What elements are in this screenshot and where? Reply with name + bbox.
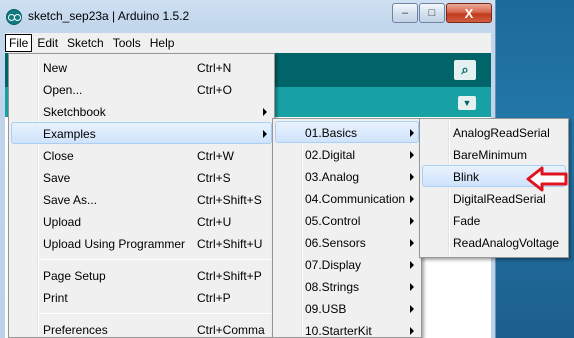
file-menu: New Ctrl+N Open... Ctrl+O Sketchbook Exa… (8, 53, 275, 338)
menu-item-label: Upload (43, 215, 82, 229)
menu-item-label: New (43, 61, 68, 75)
submenu-arrow-icon (410, 327, 414, 335)
submenu-item-fade[interactable]: Fade (422, 210, 566, 232)
submenu-arrow-icon (410, 151, 414, 159)
menu-sketch[interactable]: Sketch (63, 34, 108, 52)
menu-item-shortcut: Ctrl+O (197, 83, 233, 97)
menu-item-upload[interactable]: Upload Ctrl+U (11, 211, 272, 233)
submenu-arrow-icon (410, 261, 414, 269)
submenu-item-readanalogvoltage[interactable]: ReadAnalogVoltage (422, 232, 566, 254)
serial-monitor-icon[interactable]: ⌕ (454, 60, 476, 80)
menu-item-label: Save As... (43, 193, 98, 207)
menu-item-save[interactable]: Save Ctrl+S (11, 167, 272, 189)
menu-item-label: DigitalReadSerial (453, 192, 546, 206)
menu-item-label: BareMinimum (453, 148, 528, 162)
menu-item-label: 10.StarterKit (305, 324, 372, 338)
menu-edit[interactable]: Edit (33, 34, 62, 52)
submenu-item-02-digital[interactable]: 02.Digital (275, 144, 419, 166)
title-bar[interactable]: sketch_sep23a | Arduino 1.5.2 – □ X (0, 0, 496, 30)
submenu-item-04-communication[interactable]: 04.Communication (275, 188, 419, 210)
menu-bar: File Edit Sketch Tools Help (5, 33, 491, 53)
close-button[interactable]: X (446, 3, 492, 23)
submenu-arrow-icon (410, 129, 414, 137)
menu-item-label: Examples (43, 127, 96, 141)
menu-item-label: Open... (43, 83, 83, 97)
menu-item-open[interactable]: Open... Ctrl+O (11, 79, 272, 101)
menu-separator (39, 259, 272, 260)
menu-item-label: 07.Display (305, 258, 362, 272)
examples-submenu: 01.Basics 02.Digital 03.Analog 04.Commun… (272, 118, 422, 338)
menu-item-upload-using-programmer[interactable]: Upload Using Programmer Ctrl+Shift+U (11, 233, 272, 255)
menu-item-label: 08.Strings (305, 280, 360, 294)
menu-file[interactable]: File (5, 34, 33, 52)
submenu-item-08-strings[interactable]: 08.Strings (275, 276, 419, 298)
menu-item-label: Blink (453, 170, 480, 184)
submenu-item-analogreadserial[interactable]: AnalogReadSerial (422, 122, 566, 144)
menu-item-shortcut: Ctrl+Shift+U (197, 237, 263, 251)
menu-item-shortcut: Ctrl+N (197, 61, 232, 75)
menu-item-label: 02.Digital (305, 148, 356, 162)
submenu-arrow-icon (410, 305, 414, 313)
arduino-logo-icon (6, 9, 22, 25)
menu-separator (39, 313, 272, 314)
submenu-arrow-icon (410, 217, 414, 225)
menu-tools[interactable]: Tools (109, 34, 145, 52)
menu-item-label: Preferences (43, 323, 108, 337)
menu-item-shortcut: Ctrl+Shift+S (197, 193, 262, 207)
submenu-arrow-icon (410, 239, 414, 247)
menu-item-page-setup[interactable]: Page Setup Ctrl+Shift+P (11, 265, 272, 287)
menu-item-close[interactable]: Close Ctrl+W (11, 145, 272, 167)
submenu-arrow-icon (410, 173, 414, 181)
submenu-item-01-basics[interactable]: 01.Basics (275, 121, 419, 143)
menu-item-label: Page Setup (43, 269, 106, 283)
menu-item-label: 03.Analog (305, 170, 360, 184)
red-arrow-annotation-icon (526, 166, 568, 192)
menu-item-label: 01.Basics (305, 126, 358, 140)
menu-item-save-as[interactable]: Save As... Ctrl+Shift+S (11, 189, 272, 211)
submenu-arrow-icon (263, 130, 267, 138)
menu-item-label: AnalogReadSerial (453, 126, 550, 140)
menu-item-label: ReadAnalogVoltage (453, 236, 560, 250)
menu-item-label: Sketchbook (43, 105, 106, 119)
menu-item-examples[interactable]: Examples (11, 122, 272, 144)
menu-item-shortcut: Ctrl+U (197, 215, 232, 229)
menu-item-shortcut: Ctrl+Comma (197, 323, 265, 337)
submenu-arrow-icon (410, 283, 414, 291)
menu-item-sketchbook[interactable]: Sketchbook (11, 101, 272, 123)
menu-item-shortcut: Ctrl+P (197, 291, 231, 305)
menu-item-shortcut: Ctrl+Shift+P (197, 269, 262, 283)
submenu-item-07-display[interactable]: 07.Display (275, 254, 419, 276)
menu-item-shortcut: Ctrl+S (197, 171, 231, 185)
window-title: sketch_sep23a | Arduino 1.5.2 (28, 9, 190, 23)
submenu-arrow-icon (263, 108, 267, 116)
menu-item-label: 05.Control (305, 214, 361, 228)
menu-item-preferences[interactable]: Preferences Ctrl+Comma (11, 319, 272, 338)
submenu-item-10-starterkit[interactable]: 10.StarterKit (275, 320, 419, 338)
menu-item-label: 06.Sensors (305, 236, 366, 250)
menu-item-label: Print (43, 291, 68, 305)
submenu-item-05-control[interactable]: 05.Control (275, 210, 419, 232)
menu-item-shortcut: Ctrl+W (197, 149, 234, 163)
menu-item-new[interactable]: New Ctrl+N (11, 57, 272, 79)
menu-item-label: 04.Communication (305, 192, 406, 206)
minimize-button[interactable]: – (392, 3, 418, 23)
menu-item-label: Fade (453, 214, 481, 228)
submenu-item-09-usb[interactable]: 09.USB (275, 298, 419, 320)
menu-item-print[interactable]: Print Ctrl+P (11, 287, 272, 309)
submenu-item-06-sensors[interactable]: 06.Sensors (275, 232, 419, 254)
submenu-item-03-analog[interactable]: 03.Analog (275, 166, 419, 188)
submenu-arrow-icon (410, 195, 414, 203)
maximize-button[interactable]: □ (419, 3, 445, 23)
menu-item-label: Upload Using Programmer (43, 237, 186, 251)
menu-item-label: 09.USB (305, 302, 347, 316)
submenu-item-bareminimum[interactable]: BareMinimum (422, 144, 566, 166)
menu-item-label: Close (43, 149, 74, 163)
tab-menu-chevron-down-icon[interactable]: ▼ (458, 96, 476, 110)
menu-help[interactable]: Help (146, 34, 179, 52)
menu-item-label: Save (43, 171, 71, 185)
